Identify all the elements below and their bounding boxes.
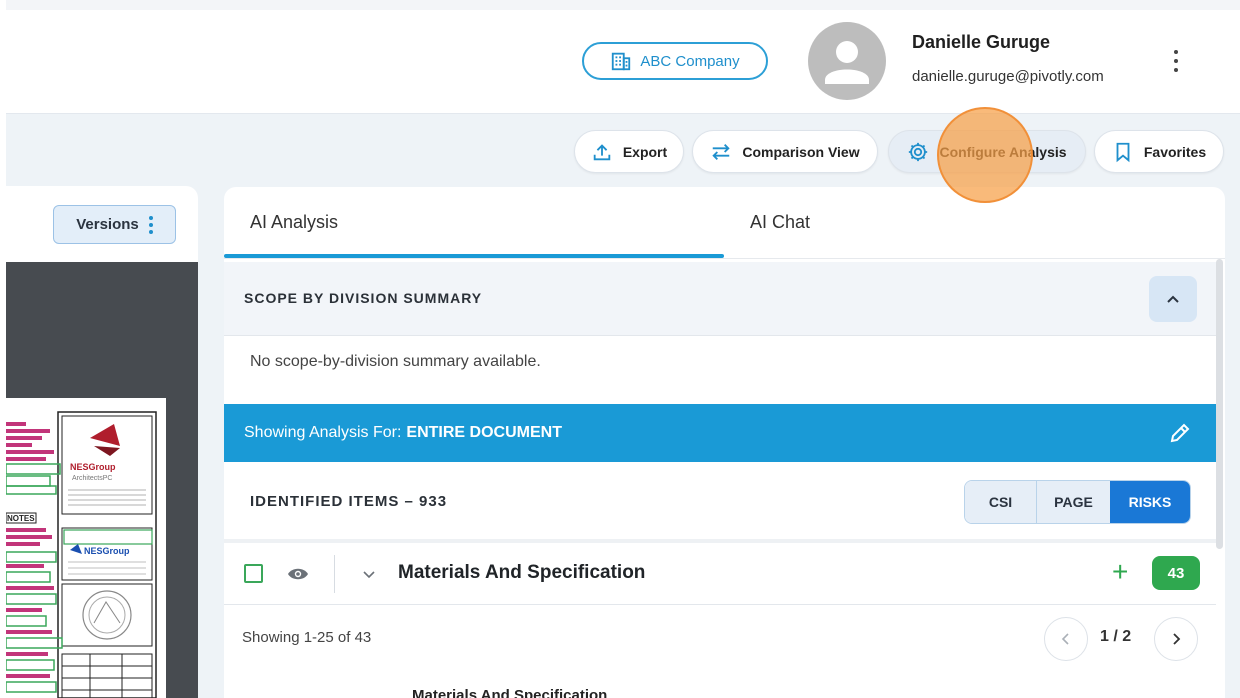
- analysis-target-prefix: Showing Analysis For:: [244, 424, 402, 441]
- category-count-badge: 43: [1152, 556, 1200, 590]
- document-page-thumbnail[interactable]: NESGroup ArchitectsPC NESGroup NOTES: [6, 398, 166, 698]
- logo-text-2: ArchitectsPC: [72, 475, 112, 482]
- building-icon: [612, 52, 631, 71]
- company-name: ABC Company: [640, 52, 740, 70]
- category-checkbox[interactable]: [244, 564, 263, 583]
- chevron-left-icon: [1061, 633, 1069, 645]
- tab-divider: [224, 258, 1225, 259]
- pencil-icon[interactable]: [1168, 421, 1192, 445]
- upload-icon: [593, 143, 611, 160]
- favorites-label: Favorites: [1143, 143, 1207, 160]
- next-page-button[interactable]: [1154, 617, 1198, 661]
- versions-label: Versions: [76, 216, 139, 233]
- export-button[interactable]: Export: [574, 130, 684, 173]
- export-label: Export: [622, 143, 668, 160]
- versions-menu-icon: [148, 215, 153, 234]
- user-silhouette-icon: [825, 41, 869, 84]
- configure-analysis-button[interactable]: Configure Analysis: [888, 130, 1086, 173]
- view-segmented-control: CSI PAGE RISKS: [964, 480, 1191, 524]
- comparison-view-button[interactable]: Comparison View: [692, 130, 878, 173]
- page-indicator: 1 / 2: [1100, 628, 1132, 645]
- eye-icon[interactable]: [286, 565, 310, 583]
- list-section-title: Materials And Specification: [412, 687, 608, 698]
- top-strip: [0, 0, 1240, 10]
- tab-ai-chat-label: AI Chat: [750, 211, 811, 232]
- logo2-text: NESGroup: [84, 546, 130, 556]
- user-email: danielle.guruge@pivotly.com: [912, 68, 1104, 85]
- app-frame: ABC Company Danielle Guruge danielle.gur…: [0, 0, 1240, 698]
- pagination-summary: Showing 1-25 of 43: [242, 629, 372, 646]
- collapse-button[interactable]: [1149, 276, 1197, 322]
- tab-ai-analysis[interactable]: AI Analysis: [250, 187, 338, 257]
- notes-label: NOTES: [7, 514, 35, 523]
- identified-items-title: IDENTIFIED ITEMS – 933: [250, 493, 448, 510]
- category-row[interactable]: Materials And Specification + 43: [224, 543, 1216, 605]
- previous-page-button[interactable]: [1044, 617, 1088, 661]
- scope-empty-message: No scope-by-division summary available.: [250, 353, 541, 370]
- segment-page[interactable]: PAGE: [1037, 481, 1110, 523]
- left-edge: [0, 0, 6, 698]
- swap-arrows-icon: [712, 143, 731, 160]
- row-divider: [334, 555, 335, 593]
- company-selector[interactable]: ABC Company: [582, 42, 768, 80]
- category-title: Materials And Specification: [398, 562, 646, 583]
- chevron-down-icon[interactable]: [360, 565, 378, 583]
- tab-ai-chat[interactable]: AI Chat: [750, 187, 810, 257]
- user-name: Danielle Guruge: [912, 32, 1051, 52]
- user-avatar[interactable]: [808, 22, 886, 100]
- analysis-panel: AI Analysis AI Chat SCOPE BY DIVISION SU…: [224, 187, 1225, 698]
- bookmark-icon: [1116, 142, 1130, 162]
- analysis-target-bar: Showing Analysis For: ENTIRE DOCUMENT: [224, 404, 1216, 462]
- panel-scrollbar[interactable]: [1216, 259, 1223, 549]
- versions-button[interactable]: Versions: [53, 205, 176, 244]
- chevron-right-icon: [1173, 633, 1181, 645]
- segment-csi[interactable]: CSI: [965, 481, 1037, 523]
- chevron-up-icon: [1167, 295, 1179, 303]
- scope-summary-header[interactable]: SCOPE BY DIVISION SUMMARY: [224, 262, 1216, 336]
- add-icon[interactable]: +: [1112, 558, 1128, 586]
- analysis-target-value: ENTIRE DOCUMENT: [406, 424, 562, 441]
- scope-summary-title: SCOPE BY DIVISION SUMMARY: [244, 290, 483, 306]
- segment-risks[interactable]: RISKS: [1110, 481, 1190, 523]
- drawing-sheet: NESGroup ArchitectsPC NESGroup NOTES: [6, 398, 166, 698]
- app-header: ABC Company Danielle Guruge danielle.gur…: [6, 10, 1240, 114]
- favorites-button[interactable]: Favorites: [1094, 130, 1224, 173]
- logo-text-1: NESGroup: [70, 462, 116, 472]
- comparison-label: Comparison View: [742, 143, 860, 160]
- tab-ai-analysis-label: AI Analysis: [250, 211, 339, 232]
- gear-icon: [909, 142, 928, 161]
- more-options-icon[interactable]: [1168, 50, 1184, 72]
- configure-label: Configure Analysis: [939, 143, 1067, 160]
